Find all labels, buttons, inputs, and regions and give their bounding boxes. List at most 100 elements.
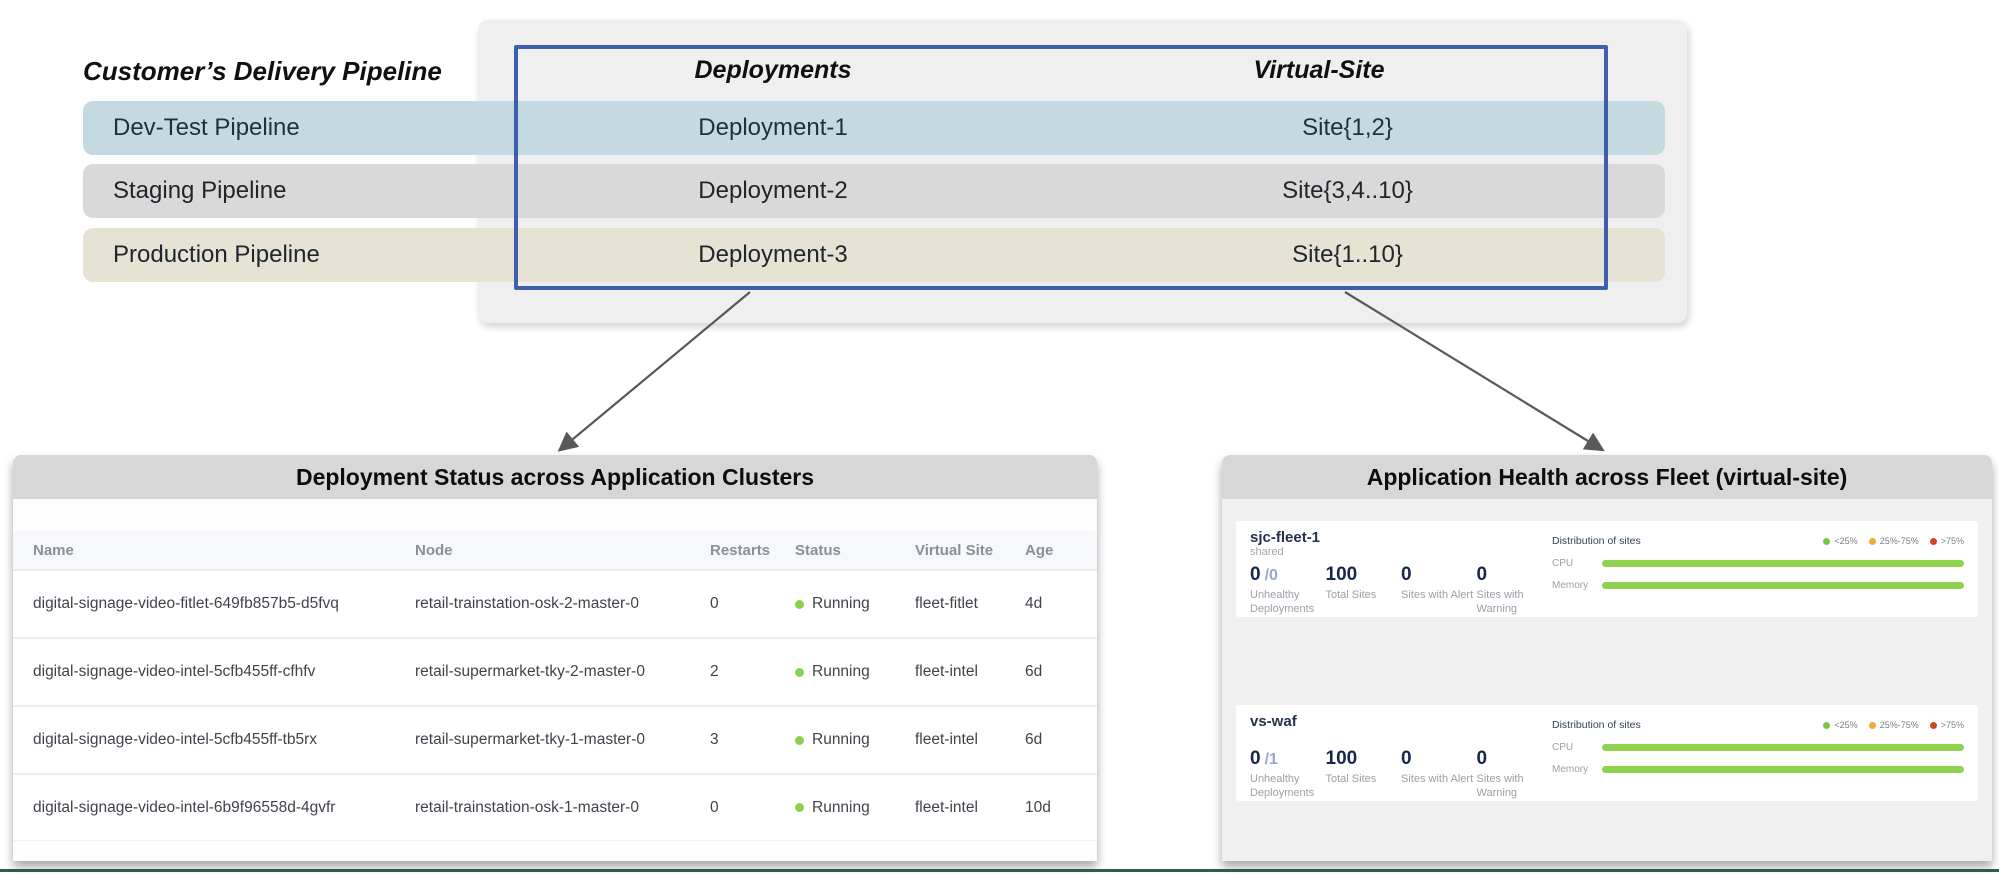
fleet-card: vs-waf 0/1 Unhealthy Deployments 100 Tot… [1236,705,1978,801]
pipeline-row: Production Pipeline Deployment-3 Site{1.… [83,228,1665,282]
application-health-panel: Application Health across Fleet (virtual… [1222,455,1992,861]
legend-dot-icon [1930,722,1937,729]
restarts-cell: 2 [710,663,795,681]
node-cell: retail-supermarket-tky-2-master-0 [415,663,710,681]
age-cell: 6d [1025,731,1097,749]
stat-unhealthy: 0/0 Unhealthy Deployments [1250,564,1326,617]
bar-label: CPU [1552,558,1592,569]
bar-fill [1602,560,1964,567]
legend-item: 25%-75% [1869,720,1919,730]
legend-item: >75% [1930,536,1964,546]
table-column-header-row: Name Node Restarts Status Virtual Site A… [13,531,1097,569]
deployment-cell: Deployment-3 [516,241,1030,269]
stat-value: 0 [1477,564,1553,586]
bar-fill [1602,582,1964,589]
legend-label: >75% [1941,720,1964,730]
status-text: Running [812,799,870,817]
virtual-site-cell: fleet-fitlet [915,595,1025,613]
stat-label: Unhealthy Deployments [1250,773,1324,801]
virtual-site-cell: fleet-intel [915,731,1025,749]
pod-name-cell: digital-signage-video-intel-5cfb455ff-tb… [33,731,415,749]
deployment-cell: Deployment-2 [516,177,1030,205]
virtual-site-cell: Site{1,2} [1030,114,1665,142]
status-cell: Running [795,595,915,613]
distribution-title: Distribution of sites [1552,719,1641,731]
column-header-virtual-site: Virtual Site [915,542,1025,559]
column-header-name: Name [33,542,415,559]
stat-label: Sites with Alert [1401,773,1475,787]
status-dot-icon [795,600,804,609]
stat-label: Sites with Alert [1401,589,1475,603]
legend-label: >75% [1941,536,1964,546]
legend-dot-icon [1869,538,1876,545]
bar-label: Memory [1552,580,1592,591]
distribution-legend: <25% 25%-75% >75% [1823,720,1964,730]
virtual-site-cell: Site{1..10} [1030,241,1665,269]
legend-label: 25%-75% [1880,536,1919,546]
status-dot-icon [795,736,804,745]
age-cell: 4d [1025,595,1097,613]
column-header-age: Age [1025,542,1097,559]
status-cell: Running [795,799,915,817]
stat-value: 0 [1401,564,1477,586]
stat-unhealthy: 0/1 Unhealthy Deployments [1250,748,1326,801]
table-row: digital-signage-video-intel-5cfb455ff-cf… [13,637,1097,705]
fleet-name: sjc-fleet-1 [1250,529,1552,546]
deployment-cell: Deployment-1 [516,114,1030,142]
fleet-subtitle [1250,730,1552,744]
bar-label: CPU [1552,742,1592,753]
restarts-cell: 0 [710,595,795,613]
status-text: Running [812,595,870,613]
legend-dot-icon [1869,722,1876,729]
table-row: digital-signage-video-fitlet-649fb857b5-… [13,569,1097,637]
stat-total-sites: 100 Total Sites [1326,748,1402,801]
pipeline-table-header: Customer’s Delivery Pipeline [83,56,503,87]
stat-label: Sites with Warning [1477,773,1551,801]
legend-label: 25%-75% [1880,720,1919,730]
stat-sites-alert: 0 Sites with Alert [1401,564,1477,617]
age-cell: 6d [1025,663,1097,681]
legend-item: <25% [1823,720,1857,730]
restarts-cell: 0 [710,799,795,817]
pod-name-cell: digital-signage-video-fitlet-649fb857b5-… [33,595,415,613]
pod-name-cell: digital-signage-video-intel-5cfb455ff-cf… [33,663,415,681]
status-text: Running [812,663,870,681]
stat-value: 0 [1250,748,1261,769]
stat-label: Sites with Warning [1477,589,1551,617]
slide-canvas: Customer’s Delivery Pipeline Deployments… [0,0,1999,874]
column-header-node: Node [415,542,710,559]
virtual-site-cell: Site{3,4..10} [1030,177,1665,205]
distribution-title: Distribution of sites [1552,535,1641,547]
virtual-site-cell: fleet-intel [915,663,1025,681]
panel-title: Application Health across Fleet (virtual… [1222,455,1992,499]
column-header-restarts: Restarts [710,542,795,559]
stat-value: 100 [1326,564,1402,586]
memory-bar: Memory [1552,764,1964,775]
stat-suffix: /1 [1265,751,1278,768]
pipeline-name: Dev-Test Pipeline [83,114,516,142]
pod-name-cell: digital-signage-video-intel-6b9f96558d-4… [33,799,415,817]
deployment-status-panel: Deployment Status across Application Clu… [13,455,1097,861]
stat-value: 0 [1250,564,1261,585]
stat-label: Total Sites [1326,589,1400,603]
legend-dot-icon [1930,538,1937,545]
pipeline-name: Production Pipeline [83,241,516,269]
restarts-cell: 3 [710,731,795,749]
fleet-subtitle: shared [1250,546,1552,560]
legend-item: >75% [1930,720,1964,730]
stat-label: Total Sites [1326,773,1400,787]
pipeline-name: Staging Pipeline [83,177,516,205]
slide-bottom-rule [0,869,1999,872]
bar-fill [1602,744,1964,751]
legend-item: 25%-75% [1869,536,1919,546]
column-header-status: Status [795,542,915,559]
panel-title: Deployment Status across Application Clu… [13,455,1097,499]
legend-dot-icon [1823,538,1830,545]
pipeline-row: Dev-Test Pipeline Deployment-1 Site{1,2} [83,101,1665,155]
stat-value: 100 [1326,748,1402,770]
stat-value: 0 [1401,748,1477,770]
stat-suffix: /0 [1265,567,1278,584]
legend-dot-icon [1823,722,1830,729]
status-text: Running [812,731,870,749]
status-cell: Running [795,731,915,749]
